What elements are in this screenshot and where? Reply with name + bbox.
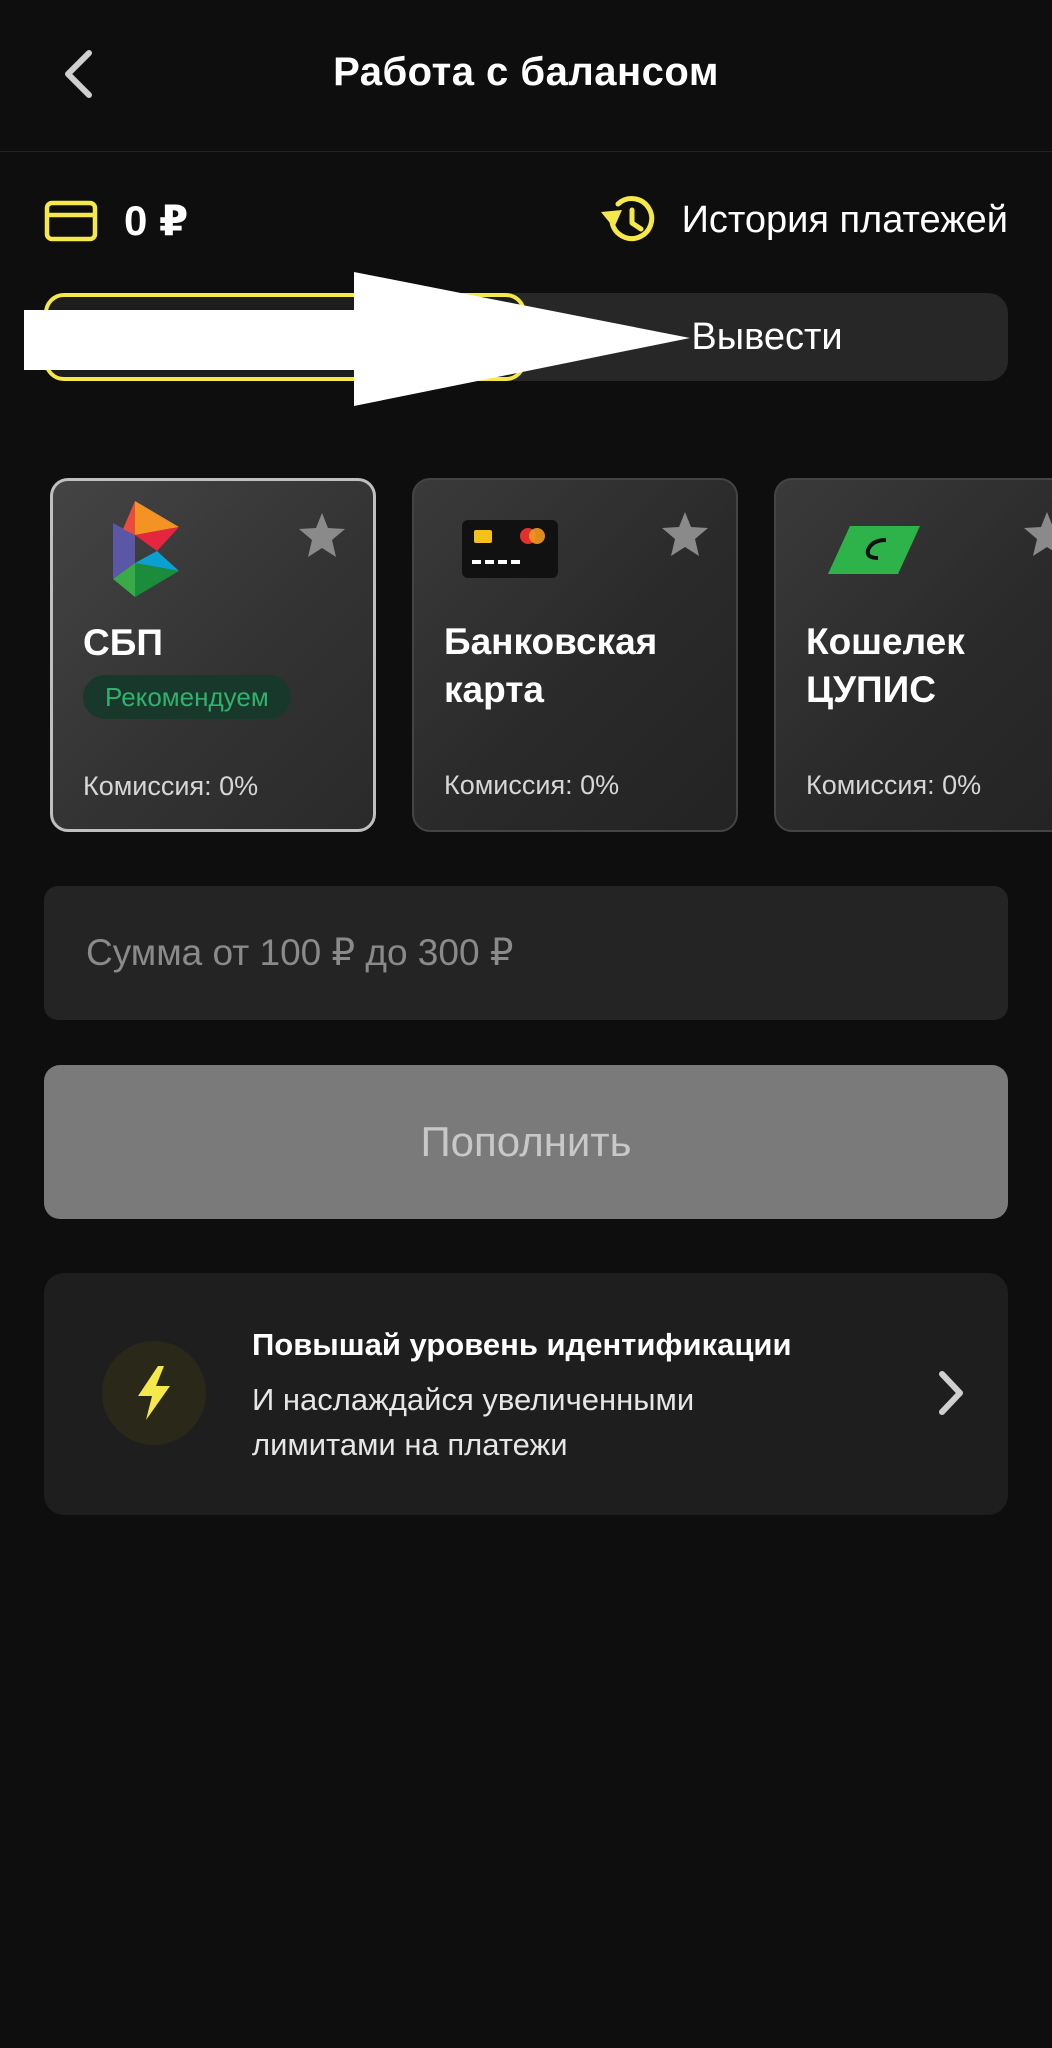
method-fee: Комиссия: 0%: [806, 770, 982, 800]
cupis-logo-icon: [828, 526, 920, 574]
lightning-icon: [138, 1366, 170, 1420]
method-card-sbp[interactable]: СБП Рекомендуем Комиссия: 0%: [50, 478, 376, 832]
promo-title: Повышай уровень идентификации: [252, 1327, 792, 1362]
star-icon[interactable]: [660, 510, 710, 558]
method-card-bank-card[interactable]: Банковская карта Комиссия: 0%: [412, 478, 738, 832]
method-fee: Комиссия: 0%: [83, 771, 259, 801]
method-fee: Комиссия: 0%: [444, 770, 620, 800]
chevron-right-icon: [939, 1371, 963, 1415]
payment-history-link[interactable]: История платежей: [598, 192, 1008, 248]
star-icon[interactable]: [297, 511, 347, 559]
sbp-logo-icon: [113, 501, 179, 597]
verification-banner[interactable]: Повышай уровень идентификации И наслажда…: [44, 1273, 1008, 1515]
top-bar: Работа с балансом: [0, 0, 1052, 152]
balance-value: 0 ₽: [124, 197, 189, 244]
amount-input[interactable]: [44, 886, 1008, 1020]
method-name: СБП: [83, 622, 163, 663]
arrow-annotation: [24, 272, 690, 406]
card-icon: [44, 200, 98, 241]
promo-icon-circle: [102, 1341, 206, 1445]
deposit-button[interactable]: Пополнить: [44, 1065, 1008, 1219]
promo-text: И наслаждайся увеличенными лимитами на п…: [252, 1382, 695, 1462]
balance: 0 ₽: [44, 196, 188, 245]
method-name: Кошелек ЦУПИС: [806, 621, 965, 710]
history-icon: [600, 196, 654, 242]
page-title: Работа с балансом: [333, 50, 719, 94]
payment-methods: СБП Рекомендуем Комиссия: 0% Банковская …: [50, 478, 1052, 832]
star-icon[interactable]: [1022, 510, 1052, 558]
method-name: Банковская карта: [444, 621, 658, 710]
bank-card-icon: [462, 520, 558, 578]
method-card-cupis[interactable]: Кошелек ЦУПИС Комиссия: 0%: [774, 478, 1052, 832]
history-label: История платежей: [681, 198, 1008, 241]
recommended-badge: Рекомендуем: [83, 675, 291, 719]
